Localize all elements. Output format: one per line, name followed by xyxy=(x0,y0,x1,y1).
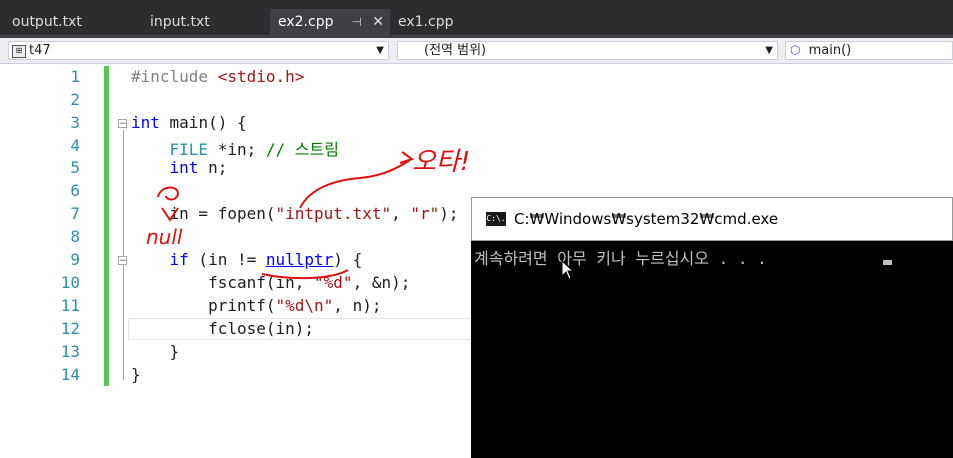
annotation-loop xyxy=(157,186,180,201)
cmd-icon: C:\. xyxy=(486,212,506,226)
console-cursor xyxy=(883,260,892,265)
annotation-null-text: null xyxy=(146,225,183,249)
annotation-caret xyxy=(161,207,179,222)
console-title: C:₩Windows₩system32₩cmd.exe xyxy=(514,210,779,228)
annotation-arrow xyxy=(299,159,411,209)
annotation-typo-text: 오타! xyxy=(412,147,470,177)
mouse-cursor-icon xyxy=(561,260,575,280)
console-title-bar[interactable]: C:\. C:₩Windows₩system32₩cmd.exe xyxy=(471,197,953,241)
console-window[interactable]: C:\. C:₩Windows₩system32₩cmd.exe 계속하려면 아… xyxy=(471,197,953,458)
annotation-underline xyxy=(261,269,349,280)
annotation-arrowhead xyxy=(399,151,415,164)
console-output: 계속하려면 아무 키나 누르십시오 . . . xyxy=(474,249,767,268)
